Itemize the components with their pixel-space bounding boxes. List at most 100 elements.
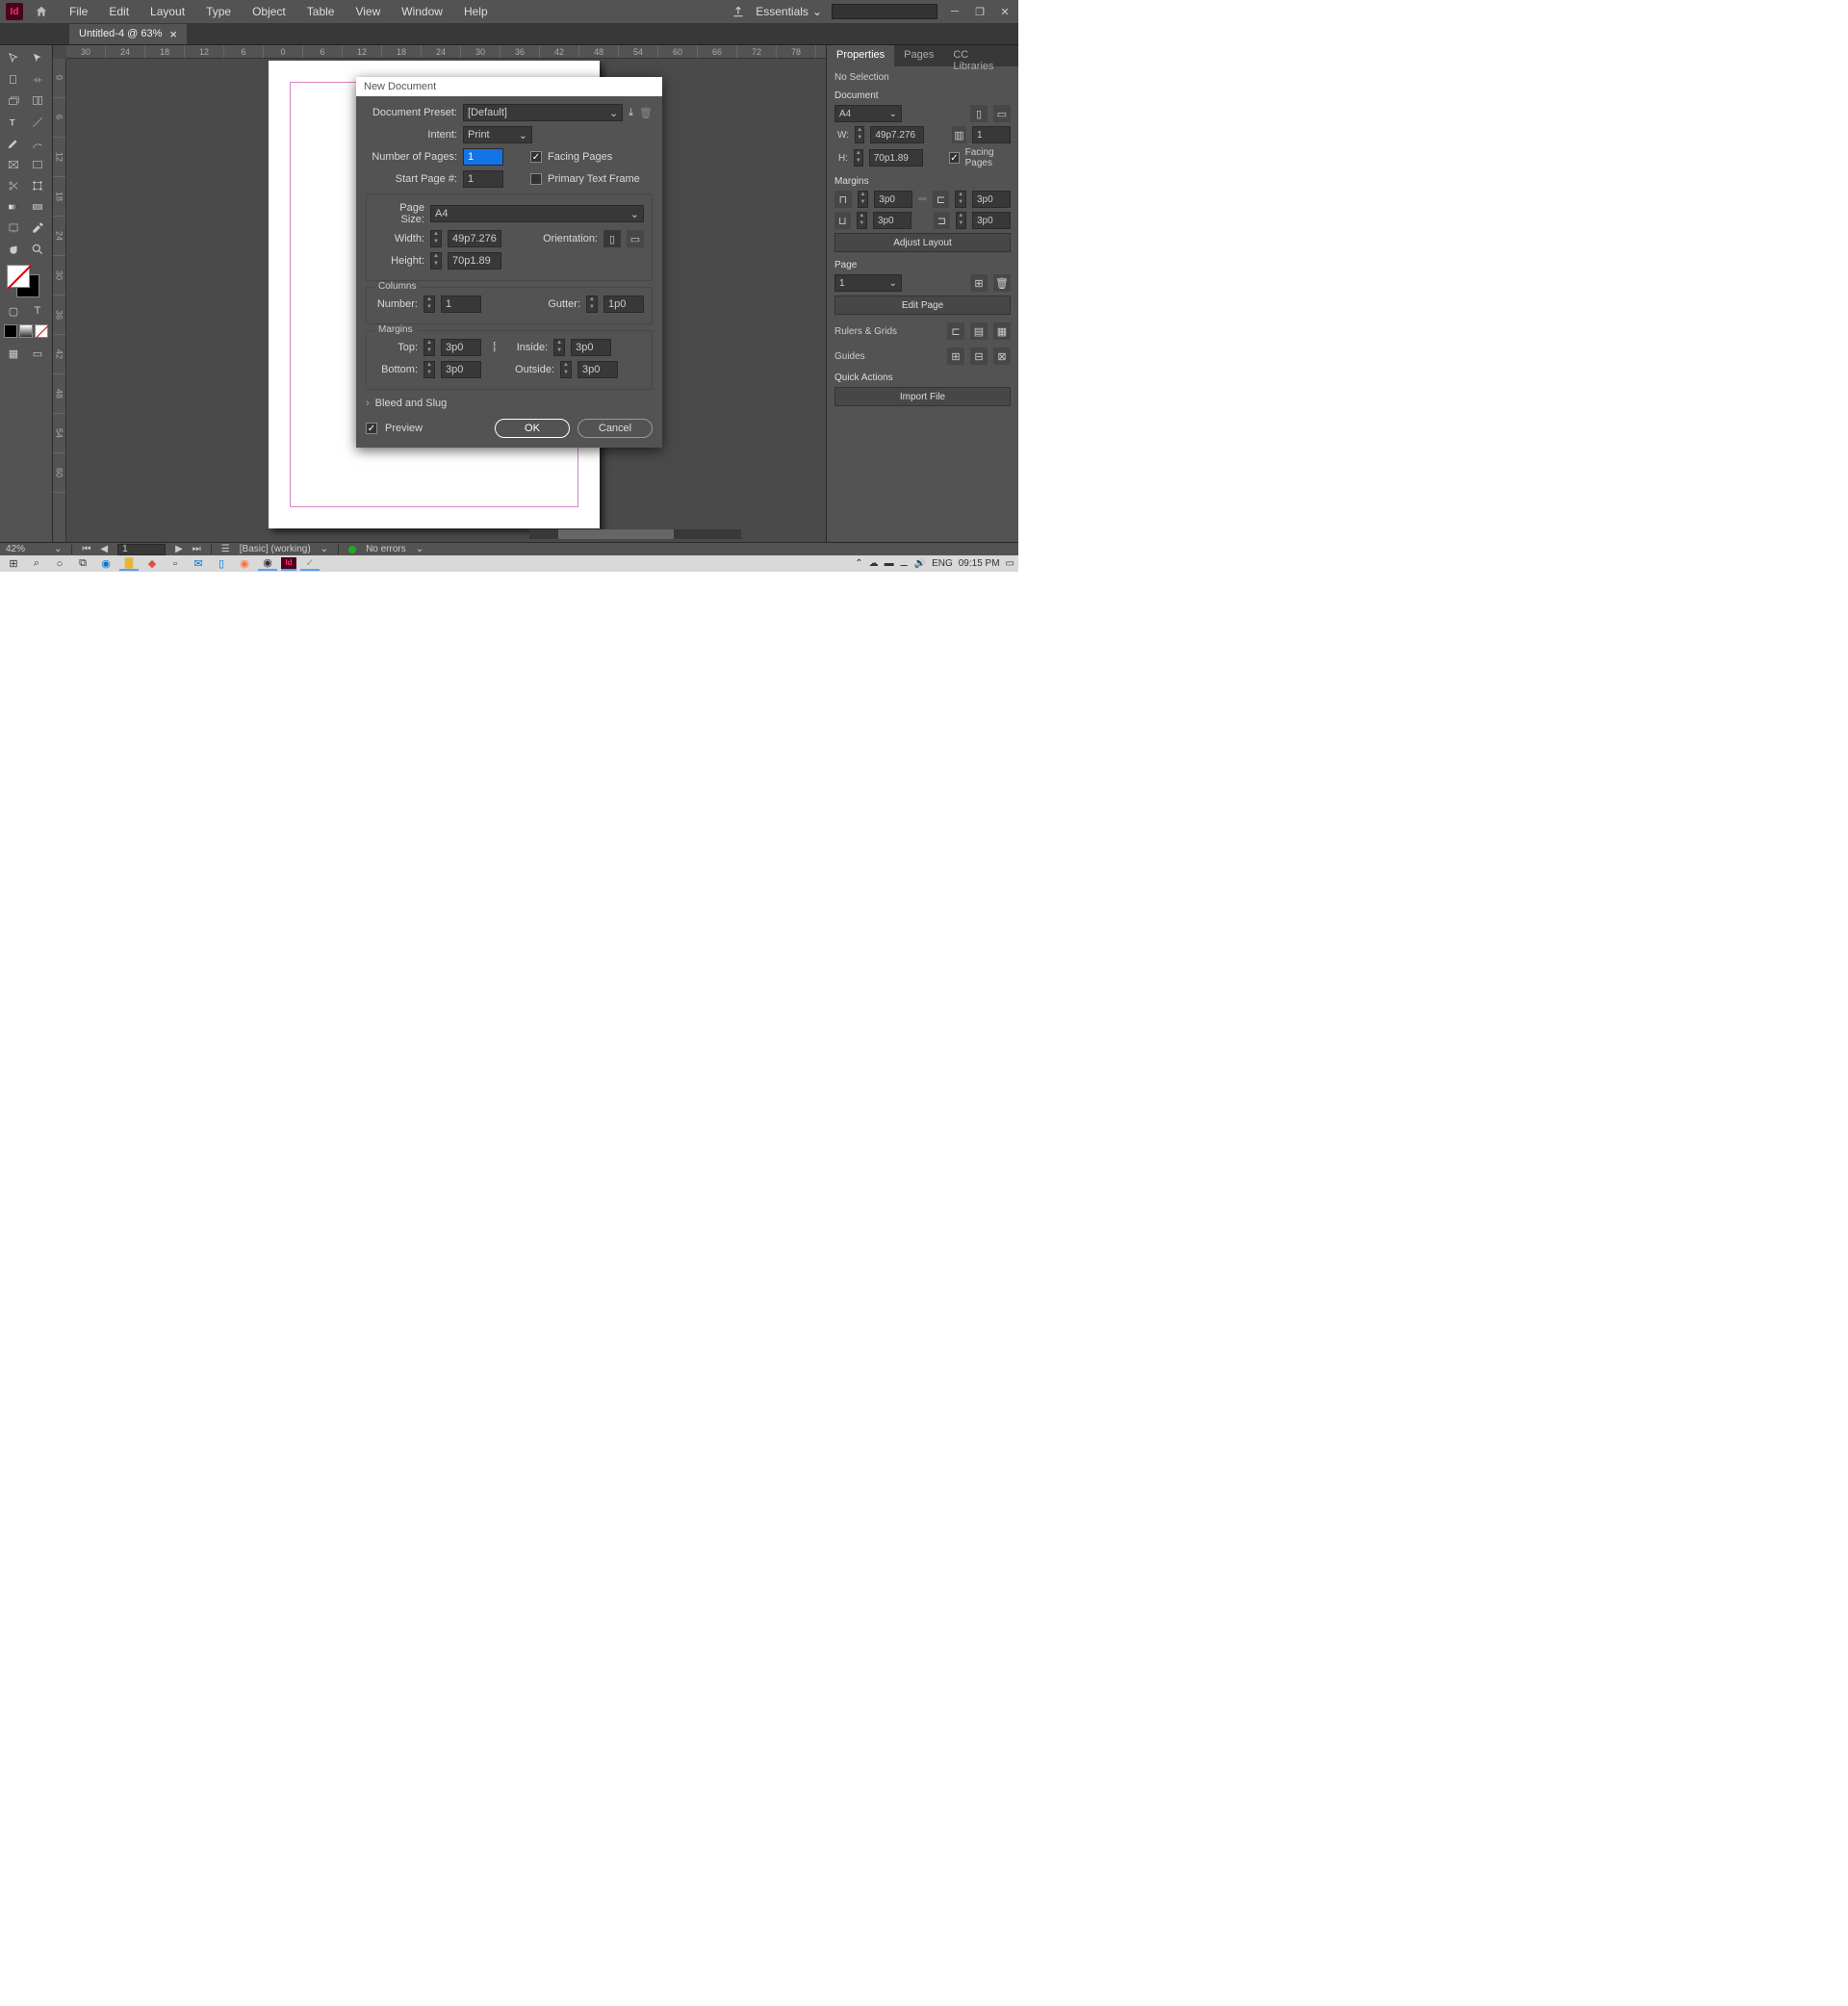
orientation-landscape-icon[interactable]: ▭ bbox=[993, 105, 1011, 122]
explorer-icon[interactable]: ▇ bbox=[119, 556, 139, 571]
chevron-down-icon[interactable]: ⌄ bbox=[54, 544, 62, 554]
margin-inside-input[interactable] bbox=[571, 339, 611, 356]
spinner[interactable]: ▲▼ bbox=[857, 212, 867, 229]
share-icon[interactable] bbox=[731, 4, 746, 19]
app-icon-2[interactable]: ✓ bbox=[300, 556, 320, 571]
margin-outside-input[interactable] bbox=[578, 361, 618, 378]
note-tool[interactable] bbox=[3, 219, 24, 238]
fill-stroke-swatch[interactable] bbox=[3, 265, 49, 299]
menu-object[interactable]: Object bbox=[243, 1, 295, 22]
tab-close-icon[interactable]: × bbox=[169, 27, 177, 41]
workspace-switcher[interactable]: Essentials ⌄ bbox=[756, 5, 822, 18]
start-icon[interactable]: ⊞ bbox=[4, 556, 23, 571]
smart-guides-icon[interactable]: ⊟ bbox=[970, 347, 988, 365]
menu-help[interactable]: Help bbox=[454, 1, 498, 22]
page-size-select[interactable]: A4⌄ bbox=[834, 105, 902, 122]
page-select[interactable]: 1⌄ bbox=[834, 274, 902, 292]
last-page-icon[interactable]: ⏭ bbox=[192, 544, 201, 554]
scrollbar-thumb[interactable] bbox=[558, 529, 674, 539]
intent-select[interactable]: Print⌄ bbox=[463, 126, 532, 143]
menu-type[interactable]: Type bbox=[196, 1, 241, 22]
margin-bottom-input[interactable] bbox=[873, 212, 911, 229]
orientation-portrait-icon[interactable]: ▯ bbox=[603, 230, 621, 247]
gap-tool[interactable] bbox=[27, 70, 48, 90]
direct-selection-tool[interactable] bbox=[27, 49, 48, 68]
pages-input[interactable] bbox=[972, 126, 1011, 143]
pencil-tool[interactable] bbox=[27, 134, 48, 153]
battery-icon[interactable]: ▬ bbox=[885, 558, 894, 569]
content-collector-tool[interactable] bbox=[3, 91, 24, 111]
new-page-icon[interactable]: ⊞ bbox=[970, 274, 988, 292]
format-container-icon[interactable]: ▢ bbox=[3, 301, 24, 321]
spinner[interactable]: ▲▼ bbox=[424, 361, 435, 378]
tab-pages[interactable]: Pages bbox=[894, 45, 943, 66]
hand-tool[interactable] bbox=[3, 240, 24, 259]
edge-icon[interactable]: ◉ bbox=[96, 556, 116, 571]
zoom-level[interactable]: 42% bbox=[6, 544, 44, 554]
col-number-input[interactable] bbox=[441, 296, 481, 313]
mail-icon[interactable]: ✉ bbox=[189, 556, 208, 571]
app-logo[interactable]: Id bbox=[6, 3, 23, 20]
preview-checkbox[interactable] bbox=[366, 423, 377, 434]
onedrive-icon[interactable]: ☁ bbox=[869, 558, 879, 569]
gradient-swatch-tool[interactable] bbox=[3, 197, 24, 217]
menu-window[interactable]: Window bbox=[392, 1, 452, 22]
menu-layout[interactable]: Layout bbox=[141, 1, 194, 22]
indesign-icon[interactable]: Id bbox=[281, 557, 296, 571]
line-tool[interactable] bbox=[27, 113, 48, 132]
page-tool[interactable] bbox=[3, 70, 24, 90]
preview-mode[interactable]: ▭ bbox=[27, 344, 48, 363]
horizontal-ruler[interactable]: 30 24 18 12 6 0 6 12 18 24 30 36 42 48 5… bbox=[66, 45, 826, 59]
height-input[interactable] bbox=[869, 149, 923, 167]
free-transform-tool[interactable] bbox=[27, 176, 48, 195]
close-button[interactable]: ✕ bbox=[997, 4, 1013, 19]
adjust-layout-button[interactable]: Adjust Layout bbox=[834, 233, 1011, 252]
store-icon[interactable]: ▫ bbox=[166, 556, 185, 571]
orientation-landscape-icon[interactable]: ▭ bbox=[627, 230, 644, 247]
delete-page-icon[interactable]: 🗑 bbox=[993, 274, 1011, 292]
facing-pages-checkbox[interactable] bbox=[949, 152, 959, 164]
chevron-down-icon[interactable]: ⌄ bbox=[321, 544, 328, 554]
notifications-icon[interactable]: ▭ bbox=[1006, 558, 1014, 569]
width-input[interactable] bbox=[870, 126, 924, 143]
search-icon[interactable]: ⌕ bbox=[27, 556, 46, 571]
page-number-input[interactable] bbox=[117, 544, 166, 555]
spinner[interactable]: ▲▼ bbox=[430, 252, 442, 270]
language-indicator[interactable]: ENG bbox=[932, 558, 953, 569]
facing-pages-checkbox[interactable] bbox=[530, 151, 542, 163]
spinner[interactable]: ▲▼ bbox=[424, 296, 435, 313]
app-icon[interactable]: ◆ bbox=[142, 556, 162, 571]
selection-tool[interactable] bbox=[3, 49, 24, 68]
num-pages-input[interactable] bbox=[463, 148, 503, 166]
vertical-ruler[interactable]: 0 6 12 18 24 30 36 42 48 54 60 bbox=[53, 59, 66, 555]
expand-icon[interactable]: › bbox=[366, 398, 370, 409]
document-grid-icon[interactable]: ▦ bbox=[993, 322, 1011, 340]
gradient-feather-tool[interactable] bbox=[27, 197, 48, 217]
scissors-tool[interactable] bbox=[3, 176, 24, 195]
link-margins-icon[interactable]: 𝄔 bbox=[493, 340, 496, 355]
height-input[interactable] bbox=[448, 252, 501, 270]
edit-page-button[interactable]: Edit Page bbox=[834, 296, 1011, 315]
horizontal-scrollbar[interactable] bbox=[529, 529, 741, 539]
snap-icon[interactable]: ⊠ bbox=[993, 347, 1011, 365]
link-icon[interactable]: ⚯ bbox=[918, 194, 926, 205]
minimize-button[interactable]: ─ bbox=[947, 4, 962, 19]
maximize-button[interactable]: ❐ bbox=[972, 4, 988, 19]
menu-table[interactable]: Table bbox=[297, 1, 345, 22]
format-text-icon[interactable]: T bbox=[27, 301, 48, 321]
apply-none[interactable] bbox=[35, 324, 48, 338]
margin-top-input[interactable] bbox=[441, 339, 481, 356]
eyedropper-tool[interactable] bbox=[27, 219, 48, 238]
ruler-icon[interactable]: ⊏ bbox=[947, 322, 964, 340]
spinner[interactable]: ▲▼ bbox=[956, 212, 966, 229]
import-file-button[interactable]: Import File bbox=[834, 387, 1011, 406]
next-page-icon[interactable]: ▶ bbox=[175, 544, 183, 554]
spinner[interactable]: ▲▼ bbox=[955, 191, 966, 208]
chrome-icon[interactable]: ◉ bbox=[258, 556, 277, 571]
rectangle-tool[interactable] bbox=[27, 155, 48, 174]
spinner[interactable]: ▲▼ bbox=[854, 149, 863, 167]
tray-chevron-icon[interactable]: ⌃ bbox=[855, 558, 862, 569]
orientation-portrait-icon[interactable]: ▯ bbox=[970, 105, 988, 122]
task-view-icon[interactable]: ⧉ bbox=[73, 556, 92, 571]
spinner[interactable]: ▲▼ bbox=[430, 230, 442, 247]
